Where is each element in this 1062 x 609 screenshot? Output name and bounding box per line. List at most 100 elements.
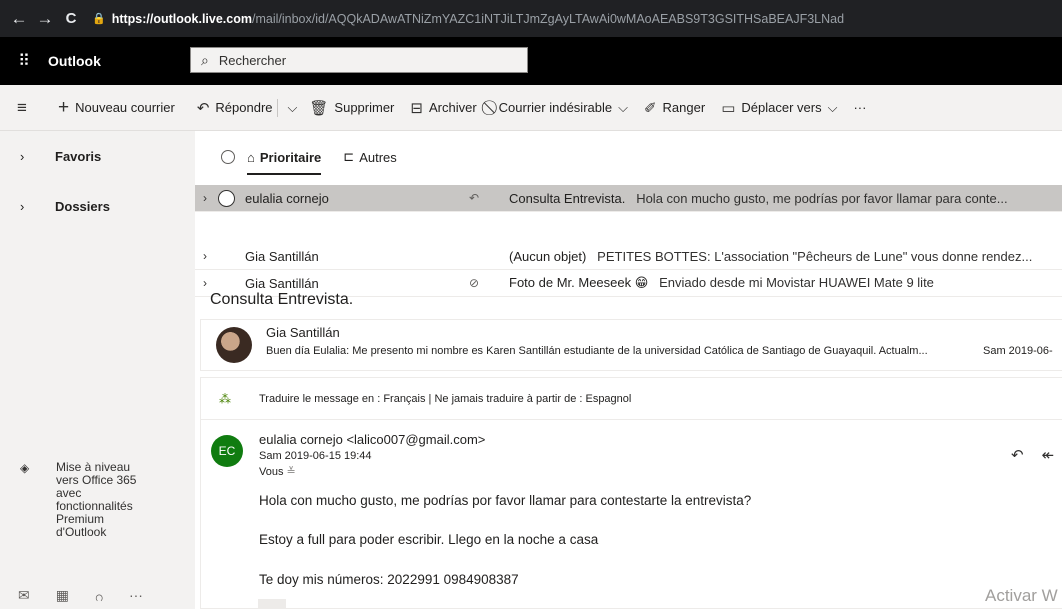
- archive-icon: ⊟: [410, 99, 423, 117]
- focused-label: Prioritaire: [259, 149, 322, 165]
- new-mail-button[interactable]: + Nouveau courrier: [50, 92, 183, 124]
- message-subject-line: Foto de Mr. Meeseek 😁 Enviado desde mi M…: [509, 275, 934, 291]
- collapsed-sender: Gia Santillán: [266, 325, 340, 340]
- body-paragraph: Estoy a full para poder escribir. Llego …: [259, 532, 599, 547]
- upgrade-promo[interactable]: ◈ Mise à niveau vers Office 365 avec fon…: [20, 461, 156, 539]
- outlook-header: ⠿ Outlook ⌕: [0, 37, 1062, 85]
- sweep-button[interactable]: ✐ Ranger: [636, 92, 713, 124]
- chevron-down-icon: ≚: [286, 466, 296, 478]
- address-bar[interactable]: 🔒 https://outlook.live.com/mail/inbox/id…: [92, 12, 844, 26]
- collapsed-message[interactable]: Gia Santillán Buen día Eulalia: Me prese…: [200, 319, 1062, 371]
- translate-bar: ⁂ Traduire le message en : Français | Ne…: [201, 378, 1062, 420]
- chevron-right-icon[interactable]: ›: [203, 191, 207, 205]
- body-paragraph: Hola con mucho gusto, me podrías por fav…: [259, 493, 752, 508]
- url-path: /mail/inbox/id/AQQkADAwATNiZmYAZC1iNTJiL…: [252, 11, 845, 26]
- lock-icon: 🔒: [92, 13, 106, 25]
- message-row[interactable]: › eulalia cornejo ↶ Consulta Entrevista.…: [195, 185, 1062, 212]
- divider: [276, 98, 278, 117]
- search-box[interactable]: ⌕: [190, 47, 528, 73]
- archive-label: Archiver: [428, 100, 477, 115]
- chevron-right-icon[interactable]: ›: [203, 276, 207, 290]
- reply-icon: ↶: [469, 191, 480, 205]
- paperclip-icon: ⊘: [469, 276, 480, 290]
- folder-move-icon: ▭: [721, 99, 736, 117]
- module-switcher: ✉ ▦ ဂ ···: [18, 587, 143, 608]
- broom-icon: ✐: [643, 99, 657, 117]
- mail-icon[interactable]: ✉: [18, 587, 30, 608]
- diamond-icon: ◈: [20, 461, 30, 475]
- reply-icon: ↶: [196, 99, 210, 117]
- people-icon[interactable]: ဂ: [95, 587, 103, 608]
- tab-focused[interactable]: ⌂ Prioritaire: [247, 131, 322, 183]
- message-preview: Enviado desde mi Movistar HUAWEI Mate 9 …: [659, 275, 934, 290]
- folders-label: Dossiers: [55, 198, 110, 214]
- message-subject-line: Consulta Entrevista. Hola con mucho gust…: [509, 191, 1008, 206]
- upgrade-text: Mise à niveau vers Office 365 avec fonct…: [56, 461, 156, 539]
- delete-label: Supprimer: [334, 100, 395, 115]
- junk-chevron-icon: ⌵: [618, 99, 628, 115]
- message-sender: Gia Santillán: [245, 248, 319, 264]
- avatar: [216, 327, 252, 363]
- app-name[interactable]: Outlook: [48, 53, 188, 69]
- translate-icon: ⁂: [219, 391, 231, 406]
- message-subject: (Aucun objet): [509, 248, 587, 264]
- message-subject: Foto de Mr. Meeseek 😁: [509, 275, 649, 290]
- toolbar-stub: [258, 599, 286, 609]
- search-icon: ⌕: [201, 51, 209, 68]
- calendar-icon[interactable]: ▦: [56, 587, 69, 608]
- message-preview: Hola con mucho gusto, me podrías por fav…: [636, 190, 1008, 206]
- upgrade-line: d'Outlook: [56, 525, 107, 539]
- plus-icon: +: [58, 96, 70, 118]
- sweep-label: Ranger: [662, 100, 706, 115]
- back-arrow-icon[interactable]: ←: [6, 9, 32, 29]
- message-row[interactable]: › Gia Santillán (Aucun objet) PETITES BO…: [195, 243, 1062, 270]
- reload-icon[interactable]: C: [58, 10, 84, 27]
- hamburger-menu-icon[interactable]: ≡: [0, 98, 44, 118]
- more-commands-button[interactable]: ···: [845, 92, 874, 124]
- tab-other[interactable]: ⊏ Autres: [343, 131, 396, 183]
- move-chevron-icon: ⌵: [827, 99, 838, 115]
- command-bar: ≡ + Nouveau courrier ↶ Répondre ⌵ 🗑 Supp…: [0, 85, 1062, 131]
- favorites-label: Favoris: [55, 148, 102, 164]
- reply-icon[interactable]: ↶: [1011, 446, 1024, 464]
- inbox-other-icon: ⊏: [343, 149, 355, 164]
- delete-button[interactable]: 🗑 Supprimer: [301, 92, 402, 124]
- reply-label: Répondre: [215, 100, 273, 115]
- chevron-right-icon: ›: [20, 198, 25, 214]
- message-subject-line: (Aucun objet) PETITES BOTTES: L'associat…: [509, 249, 1032, 264]
- app-launcher-icon[interactable]: ⠿: [0, 51, 48, 71]
- reply-button[interactable]: ↶ Répondre: [189, 92, 281, 124]
- new-mail-label: Nouveau courrier: [75, 100, 175, 115]
- activation-watermark: Activar W: [985, 586, 1058, 605]
- collapsed-snippet: Buen día Eulalia: Me presento mi nombre …: [266, 345, 928, 357]
- more-apps-button[interactable]: ···: [129, 587, 143, 608]
- archive-button[interactable]: ⊟ Archiver: [402, 92, 484, 124]
- move-label: Déplacer vers: [741, 100, 822, 115]
- avatar[interactable]: EC: [211, 435, 243, 467]
- select-all-checkbox[interactable]: [221, 150, 235, 164]
- browser-toolbar: ← → C 🔒 https://outlook.live.com/mail/in…: [0, 0, 1062, 37]
- message-sender: Gia Santillán: [245, 275, 319, 291]
- forward-arrow-icon[interactable]: →: [32, 9, 58, 29]
- expanded-message: ⁂ Traduire le message en : Français | Ne…: [200, 377, 1062, 609]
- message-actions: ↶ ↞ –: [1011, 446, 1062, 464]
- expanded-recipient[interactable]: Vous ≚: [259, 465, 296, 478]
- reply-options-chevron-icon[interactable]: ⌵: [284, 92, 302, 124]
- other-label: Autres: [359, 149, 397, 165]
- message-select-radio[interactable]: [218, 189, 235, 207]
- body-paragraph: Te doy mis números: 2022991 0984908387: [259, 572, 519, 587]
- expanded-date: Sam 2019-06-15 19:44: [259, 450, 372, 462]
- nav-favorites[interactable]: › Favoris: [0, 131, 195, 181]
- move-button[interactable]: ▭ Déplacer vers ⌵: [713, 92, 845, 124]
- message-preview: PETITES BOTTES: L'association "Pêcheurs …: [597, 248, 1033, 264]
- reply-all-icon[interactable]: ↞: [1042, 446, 1055, 464]
- nav-folders[interactable]: › Dossiers: [0, 181, 195, 231]
- main-pane: ⌂ Prioritaire ⊏ Autres › eulalia cornejo…: [195, 131, 1062, 609]
- translate-text[interactable]: Traduire le message en : Français | Ne j…: [259, 393, 631, 405]
- collapsed-date: Sam 2019-06-: [983, 345, 1053, 357]
- expanded-sender[interactable]: eulalia cornejo <lalico007@gmail.com>: [259, 432, 485, 447]
- junk-button[interactable]: ⃠ Courrier indésirable ⌵: [485, 92, 636, 124]
- chevron-right-icon[interactable]: ›: [203, 249, 207, 263]
- search-input[interactable]: [218, 52, 499, 68]
- message-subject: Consulta Entrevista.: [509, 190, 626, 206]
